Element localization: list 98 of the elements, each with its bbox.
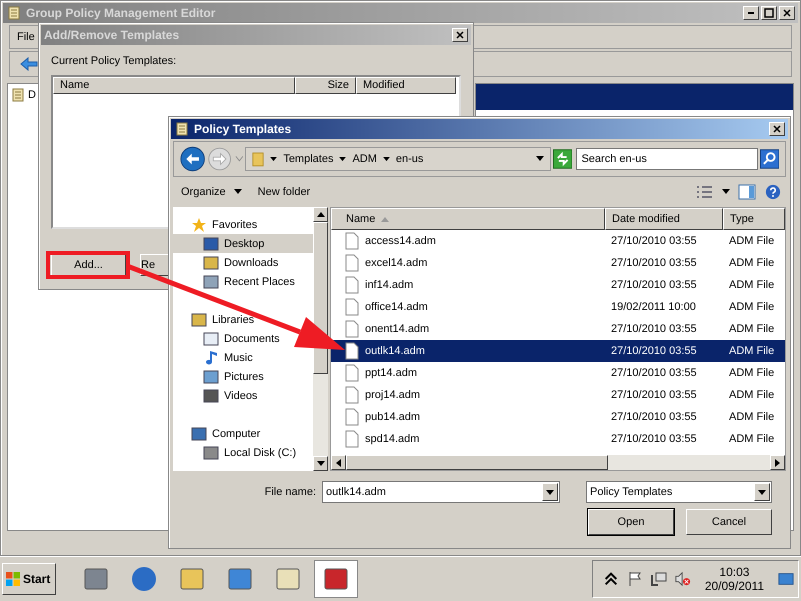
breadcrumb-item[interactable]: Templates	[283, 153, 334, 165]
navigation-item[interactable]: Music	[173, 348, 257, 367]
navigation-item[interactable]: Downloads	[173, 253, 282, 272]
column-header[interactable]: Date modified	[605, 208, 723, 230]
scrollbar[interactable]	[313, 207, 328, 471]
file-icon	[345, 408, 359, 426]
file-row[interactable]: spd14.adm 27/10/2010 03:55 ADM File	[331, 428, 785, 450]
breadcrumb-item[interactable]: ADM	[352, 153, 377, 165]
taskbar-button[interactable]	[314, 560, 358, 598]
up-arrow-icon[interactable]	[316, 212, 324, 217]
navigation-item[interactable]: Favorites	[173, 215, 262, 234]
close-icon	[773, 125, 781, 133]
tree-item[interactable]: D	[28, 89, 36, 101]
file-row[interactable]: office14.adm 19/02/2011 10:00 ADM File	[331, 296, 785, 318]
star-icon	[191, 216, 207, 232]
sort-arrow-icon	[381, 216, 390, 222]
network-icon[interactable]	[650, 571, 667, 587]
file-icon	[345, 364, 359, 382]
down-arrow-icon[interactable]	[316, 461, 324, 466]
file-icon	[345, 386, 359, 404]
caret-icon	[234, 189, 242, 195]
caret-icon[interactable]	[382, 156, 390, 162]
file-row[interactable]: access14.adm 27/10/2010 03:55 ADM File	[331, 230, 785, 252]
address-bar[interactable]: Templates ADM en-us	[245, 147, 551, 171]
minimize-icon	[748, 12, 754, 14]
file-row[interactable]: excel14.adm 27/10/2010 03:55 ADM File	[331, 252, 785, 274]
search-field[interactable]: Search en-us	[576, 148, 758, 170]
navigation-item[interactable]: Local Disk (C:)	[173, 443, 300, 462]
file-name-label: File name:	[264, 486, 316, 498]
back-button[interactable]	[180, 146, 206, 172]
caret-icon[interactable]	[722, 189, 730, 195]
volume-muted-icon[interactable]	[674, 571, 691, 587]
file-name-field[interactable]: outlk14.adm	[322, 481, 560, 503]
dropdown-caret-icon[interactable]	[536, 156, 544, 162]
file-row[interactable]: pub14.adm 27/10/2010 03:55 ADM File	[331, 406, 785, 428]
window-title: Group Policy Management Editor	[26, 6, 216, 20]
scroll-icon	[174, 121, 190, 137]
scroll-icon	[6, 5, 22, 21]
chevron-up-icon[interactable]	[602, 571, 619, 587]
navigation-item[interactable]: Videos	[173, 386, 262, 405]
horizontal-scrollbar[interactable]	[331, 455, 785, 470]
file-row[interactable]: inf14.adm 27/10/2010 03:55 ADM File	[331, 274, 785, 296]
start-button[interactable]: Start	[2, 563, 56, 595]
right-arrow-icon[interactable]	[775, 458, 780, 466]
navigation-item[interactable]: Documents	[173, 329, 284, 348]
file-row[interactable]: onent14.adm 27/10/2010 03:55 ADM File	[331, 318, 785, 340]
dropdown-arrow-icon[interactable]	[758, 490, 766, 494]
preview-pane-icon[interactable]	[738, 184, 756, 200]
caret-icon[interactable]	[339, 156, 346, 162]
clock[interactable]: 10:03 20/09/2011	[698, 565, 770, 593]
file-icon	[345, 276, 359, 294]
music-icon	[203, 350, 219, 366]
file-row[interactable]: ppt14.adm 27/10/2010 03:55 ADM File	[331, 362, 785, 384]
caret-icon[interactable]	[270, 156, 278, 162]
dialog-title: Policy Templates	[194, 122, 292, 136]
toolbar-button[interactable]: Organize	[177, 184, 246, 200]
left-arrow-icon[interactable]	[336, 458, 341, 466]
breadcrumb-item[interactable]: en-us	[396, 153, 424, 165]
dialog-button[interactable]: Add...	[51, 254, 126, 276]
back-arrow-icon[interactable]	[20, 57, 38, 71]
column-header[interactable]: Name	[331, 208, 605, 230]
column-header[interactable]: Modified	[356, 77, 456, 94]
close-button[interactable]	[769, 122, 785, 136]
file-icon	[345, 298, 359, 316]
four-color-flag-icon	[6, 572, 20, 586]
close-icon	[783, 9, 791, 17]
show-desktop-icon[interactable]	[778, 571, 794, 587]
scroll-icon	[10, 87, 26, 103]
view-list-icon[interactable]	[696, 184, 714, 200]
file-icon	[345, 342, 359, 360]
list-label: Current Policy Templates:	[51, 55, 178, 67]
search-icon[interactable]	[760, 149, 780, 169]
file-row[interactable]: outlk14.adm 27/10/2010 03:55 ADM File	[331, 340, 785, 362]
column-header[interactable]: Type	[723, 208, 785, 230]
toolbar-button[interactable]: New folder	[254, 184, 314, 200]
flag-icon[interactable]	[626, 571, 643, 587]
help-icon[interactable]	[764, 184, 782, 200]
file-type-dropdown[interactable]: Policy Templates	[586, 481, 772, 503]
file-icon	[345, 232, 359, 250]
navigation-item[interactable]: Pictures	[173, 367, 268, 386]
file-icon	[345, 254, 359, 272]
dialog-button[interactable]: Open	[588, 509, 674, 535]
maximize-icon	[764, 8, 774, 18]
menu-item[interactable]: File	[15, 31, 37, 43]
navigation-item[interactable]: Recent Places	[173, 272, 299, 291]
dialog-title: Add/Remove Templates	[44, 28, 180, 42]
navigation-item[interactable]: Desktop	[173, 234, 313, 253]
file-row[interactable]: proj14.adm 27/10/2010 03:55 ADM File	[331, 384, 785, 406]
close-icon	[456, 31, 464, 39]
dropdown-arrow-icon[interactable]	[546, 490, 554, 494]
navigation-item[interactable]: Libraries	[173, 310, 258, 329]
navigation-item[interactable]: Computer	[173, 424, 264, 443]
column-header[interactable]: Size	[295, 77, 356, 94]
file-icon	[345, 430, 359, 448]
dialog-button[interactable]: Cancel	[686, 509, 772, 535]
column-header[interactable]: Name	[53, 77, 295, 94]
refresh-button[interactable]	[553, 149, 572, 169]
folder-icon	[252, 151, 264, 167]
